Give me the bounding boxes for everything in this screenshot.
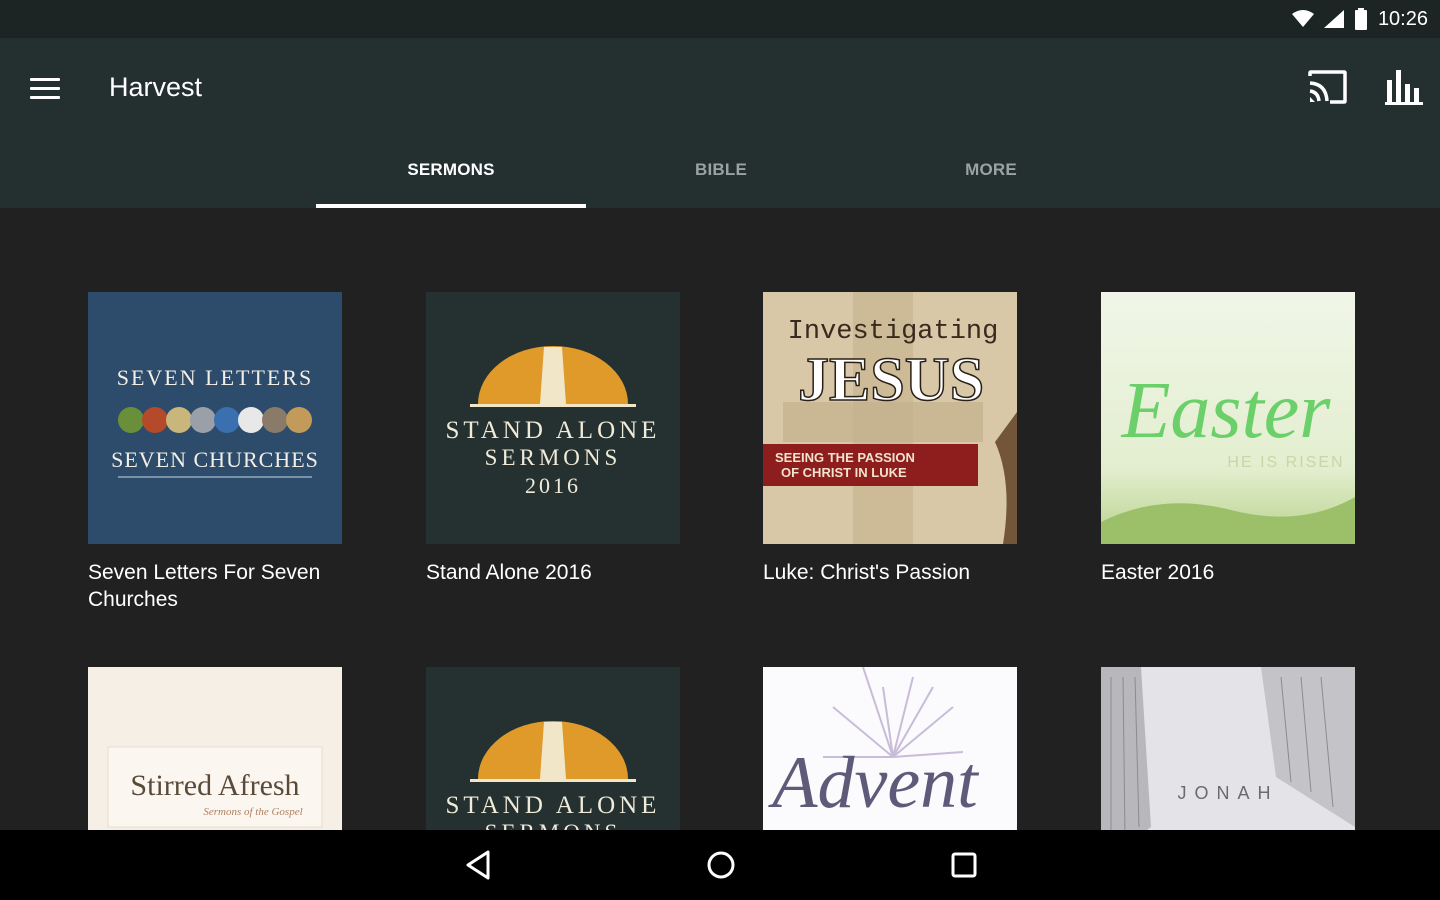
- series-card[interactable]: SEVEN LETTERS SEVEN CHURCHES Seven Lette…: [88, 292, 342, 613]
- home-icon[interactable]: [704, 848, 738, 882]
- series-artwork: Stirred Afresh Sermons of the Gospel: [88, 667, 342, 830]
- art-text: Advent: [767, 742, 980, 824]
- series-card[interactable]: Stirred Afresh Sermons of the Gospel: [88, 667, 342, 830]
- series-title: Easter 2016: [1101, 561, 1215, 584]
- art-text: Easter: [1121, 367, 1332, 455]
- tab-bible[interactable]: BIBLE: [586, 132, 856, 208]
- art-text: JESUS: [798, 346, 984, 414]
- art-text: SEVEN CHURCHES: [111, 447, 319, 472]
- bar-chart-icon[interactable]: [1384, 68, 1426, 106]
- series-artwork: JONAH: [1101, 667, 1355, 830]
- art-text: SERMONS: [485, 445, 622, 470]
- art-text: Sermons of the Gospel: [203, 806, 302, 818]
- series-card[interactable]: Investigating JESUS SEEING THE PASSION O…: [763, 292, 1017, 586]
- battery-icon: [1354, 8, 1367, 30]
- signal-icon: [1323, 10, 1344, 28]
- art-text: SEVEN LETTERS: [117, 365, 314, 390]
- series-artwork: STAND ALONE SERMONS 2016: [426, 292, 680, 544]
- system-nav-bar: [0, 830, 1440, 900]
- series-card[interactable]: Advent: [763, 667, 1017, 830]
- status-time: 10:26: [1377, 7, 1428, 30]
- series-title: Stand Alone 2016: [426, 561, 592, 584]
- app-title: Harvest: [109, 72, 203, 102]
- series-title: Luke: Christ's Passion: [763, 561, 971, 584]
- series-artwork: STAND ALONE SERMONS: [426, 667, 680, 830]
- series-card[interactable]: Easter HE IS RISEN Easter 2016: [1101, 292, 1355, 586]
- recents-icon[interactable]: [947, 848, 981, 882]
- series-title: Seven Letters For Seven Churches: [88, 561, 321, 611]
- back-icon[interactable]: [462, 848, 496, 882]
- cast-icon[interactable]: [1306, 70, 1348, 106]
- art-text: SEEING THE PASSION: [775, 450, 915, 465]
- series-artwork: SEVEN LETTERS SEVEN CHURCHES: [88, 292, 342, 544]
- status-bar: 10:26: [0, 0, 1440, 38]
- wifi-icon: [1291, 10, 1314, 27]
- art-text: HE IS RISEN: [1227, 454, 1344, 471]
- art-text: Investigating: [788, 317, 999, 347]
- series-card[interactable]: STAND ALONE SERMONS 2016 Stand Alone 201…: [426, 292, 680, 586]
- series-card[interactable]: JONAH: [1101, 667, 1355, 830]
- art-text: Stirred Afresh: [130, 769, 299, 802]
- app-bar: Harvest SERMONS BIBLE MORE: [0, 38, 1440, 208]
- art-text: 2016: [525, 473, 581, 498]
- series-artwork: Easter HE IS RISEN: [1101, 292, 1355, 544]
- art-text: STAND ALONE: [446, 792, 661, 819]
- series-card[interactable]: STAND ALONE SERMONS: [426, 667, 680, 830]
- tab-more[interactable]: MORE: [856, 132, 1126, 208]
- art-text: OF CHRIST IN LUKE: [781, 465, 907, 480]
- tab-sermons[interactable]: SERMONS: [316, 132, 586, 208]
- menu-icon[interactable]: [30, 72, 70, 104]
- art-text: STAND ALONE: [446, 417, 661, 444]
- art-text: SERMONS: [485, 820, 622, 830]
- tab-bar: SERMONS BIBLE MORE: [316, 132, 1126, 208]
- series-artwork: Investigating JESUS SEEING THE PASSION O…: [763, 292, 1017, 544]
- series-artwork: Advent: [763, 667, 1017, 830]
- series-grid: SEVEN LETTERS SEVEN CHURCHES Seven Lette…: [88, 292, 1358, 830]
- art-text: JONAH: [1177, 783, 1278, 803]
